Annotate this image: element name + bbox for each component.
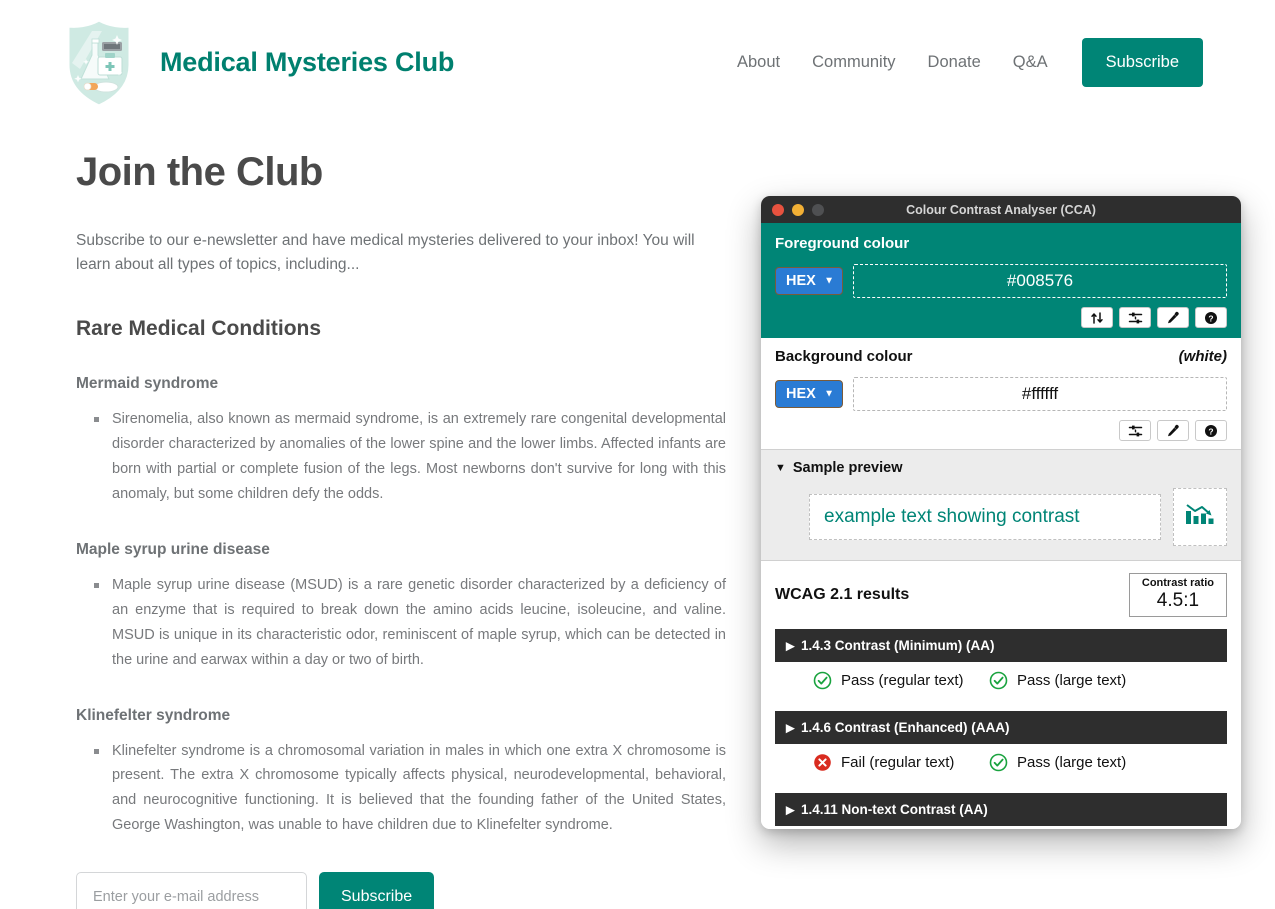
criterion-1-4-11-header[interactable]: ▶ 1.4.11 Non-text Contrast (AA) xyxy=(775,793,1227,827)
help-icon[interactable]: ? xyxy=(1195,307,1227,328)
sample-preview-disclosure[interactable]: ▼ Sample preview xyxy=(775,460,1227,476)
main-content: Join the Club Subscribe to our e-newslet… xyxy=(76,150,726,909)
triangle-right-icon: ▶ xyxy=(786,640,795,653)
list-item: Maple syrup urine disease (MSUD) is a ra… xyxy=(94,573,726,673)
nav-item-donate[interactable]: Donate xyxy=(912,54,997,71)
pass-check-icon xyxy=(813,671,832,690)
background-format-select-wrap: HEX ▼ xyxy=(775,380,843,408)
triangle-down-icon: ▼ xyxy=(775,462,786,474)
declining-bar-chart-icon xyxy=(1183,500,1217,535)
foreground-format-select-wrap: HEX ▼ xyxy=(775,267,843,295)
background-header: Background colour (white) xyxy=(775,348,1227,365)
medical-shield-badge-icon xyxy=(62,17,136,109)
section-heading: Rare Medical Conditions xyxy=(76,317,322,341)
foreground-format-select[interactable]: HEX xyxy=(775,267,843,295)
pass-check-icon xyxy=(989,671,1008,690)
condition-title-3: Klinefelter syndrome xyxy=(76,706,231,724)
criterion-1-4-3-outcomes: Pass (regular text) Pass (large text) xyxy=(775,662,1227,699)
criterion-1-4-11-label: 1.4.11 Non-text Contrast (AA) xyxy=(801,802,988,818)
subscribe-form: Subscribe xyxy=(76,872,726,909)
background-panel: Background colour (white) HEX ▼ #ffffff xyxy=(761,338,1241,449)
outcome-label: Pass (regular text) xyxy=(841,672,964,690)
criterion-1-4-6-outcomes: Fail (regular text) Pass (large text) xyxy=(775,744,1227,781)
condition-title-2: Maple syrup urine disease xyxy=(76,540,270,558)
background-label: Background colour xyxy=(775,348,913,365)
wcag-results-header: WCAG 2.1 results Contrast ratio 4.5:1 xyxy=(775,573,1227,618)
list-item: Sirenomelia, also known as mermaid syndr… xyxy=(94,407,726,507)
foreground-hex-input[interactable]: #008576 xyxy=(853,264,1227,298)
intro-paragraph: Subscribe to our e-newsletter and have m… xyxy=(76,232,695,274)
criterion-1-4-11-outcomes: Pass (UI components and graphical object… xyxy=(775,826,1227,829)
contrast-ratio-label: Contrast ratio xyxy=(1141,577,1214,589)
eyedropper-icon[interactable] xyxy=(1157,307,1189,328)
outcome-large-text: Pass (large text) xyxy=(989,753,1126,772)
triangle-right-icon: ▶ xyxy=(786,804,795,817)
pass-check-icon xyxy=(989,753,1008,772)
outcome-label: Fail (regular text) xyxy=(841,754,955,772)
site-header: Medical Mysteries Club About Community D… xyxy=(0,0,1275,125)
brand[interactable]: Medical Mysteries Club xyxy=(62,17,454,109)
background-color-row: HEX ▼ #ffffff xyxy=(775,377,1227,411)
nav-item-about[interactable]: About xyxy=(721,54,796,71)
outcome-regular-text: Fail (regular text) xyxy=(775,753,989,772)
wcag-results-title: WCAG 2.1 results xyxy=(775,586,910,604)
foreground-color-row: HEX ▼ #008576 xyxy=(775,264,1227,298)
criterion-1-4-6-header[interactable]: ▶ 1.4.6 Contrast (Enhanced) (AAA) xyxy=(775,711,1227,745)
triangle-right-icon: ▶ xyxy=(786,722,795,735)
contrast-ratio-box: Contrast ratio 4.5:1 xyxy=(1128,573,1227,618)
sample-text: example text showing contrast xyxy=(809,494,1161,540)
swap-colours-icon[interactable] xyxy=(1081,307,1113,328)
outcome-regular-text: Pass (regular text) xyxy=(775,671,989,690)
sample-preview-label: Sample preview xyxy=(792,460,903,476)
page-title: Medical Mysteries Club xyxy=(160,47,455,77)
outcome-label: Pass (large text) xyxy=(1017,672,1127,690)
sample-preview-panel: ▼ Sample preview example text showing co… xyxy=(761,449,1241,560)
eyedropper-icon[interactable] xyxy=(1157,420,1189,441)
contrast-ratio-value: 4.5:1 xyxy=(1156,590,1200,612)
background-format-select[interactable]: HEX xyxy=(775,380,843,408)
sliders-icon[interactable] xyxy=(1119,307,1151,328)
background-tool-row: ? xyxy=(775,420,1227,441)
svg-text:?: ? xyxy=(1208,426,1213,436)
subscribe-button[interactable]: Subscribe xyxy=(319,872,435,909)
nav-subscribe-button[interactable]: Subscribe xyxy=(1081,38,1203,87)
criterion-1-4-3-header[interactable]: ▶ 1.4.3 Contrast (Minimum) (AA) xyxy=(775,629,1227,663)
nav-item-community[interactable]: Community xyxy=(796,54,911,71)
foreground-tool-row: ? xyxy=(775,307,1227,328)
background-colour-name: (white) xyxy=(1178,348,1227,365)
condition-list-1: Sirenomelia, also known as mermaid syndr… xyxy=(76,407,726,507)
cca-window: Colour Contrast Analyser (CCA) Foregroun… xyxy=(761,196,1241,829)
sliders-icon[interactable] xyxy=(1119,420,1151,441)
criterion-1-4-3-label: 1.4.3 Contrast (Minimum) (AA) xyxy=(801,638,995,654)
nav-item-qa[interactable]: Q&A xyxy=(997,54,1064,71)
email-field[interactable] xyxy=(76,872,307,909)
help-icon[interactable]: ? xyxy=(1195,420,1227,441)
foreground-label: Foreground colour xyxy=(775,235,910,252)
cca-titlebar[interactable]: Colour Contrast Analyser (CCA) xyxy=(761,196,1241,223)
criterion-1-4-6-label: 1.4.6 Contrast (Enhanced) (AAA) xyxy=(801,720,1010,736)
cca-window-title: Colour Contrast Analyser (CCA) xyxy=(906,202,1096,217)
background-hex-input[interactable]: #ffffff xyxy=(853,377,1227,411)
main-nav: About Community Donate Q&A Subscribe xyxy=(721,38,1203,87)
outcome-large-text: Pass (large text) xyxy=(989,671,1126,690)
list-item: Klinefelter syndrome is a chromosomal va… xyxy=(94,739,726,839)
foreground-panel: Foreground colour HEX ▼ #008576 ? xyxy=(761,223,1241,338)
condition-title-1: Mermaid syndrome xyxy=(76,375,219,393)
page-heading: Join the Club xyxy=(76,150,323,194)
sample-preview-body: example text showing contrast xyxy=(775,488,1227,546)
wcag-results-panel: WCAG 2.1 results Contrast ratio 4.5:1 ▶ … xyxy=(761,560,1241,829)
fail-cross-icon xyxy=(813,753,832,772)
outcome-label: Pass (large text) xyxy=(1017,754,1127,772)
page-root: Medical Mysteries Club About Community D… xyxy=(0,0,1275,909)
condition-list-2: Maple syrup urine disease (MSUD) is a ra… xyxy=(76,573,726,673)
condition-list-3: Klinefelter syndrome is a chromosomal va… xyxy=(76,739,726,839)
sample-graphic xyxy=(1173,488,1227,546)
svg-text:?: ? xyxy=(1208,313,1213,323)
foreground-header: Foreground colour xyxy=(775,235,1227,252)
